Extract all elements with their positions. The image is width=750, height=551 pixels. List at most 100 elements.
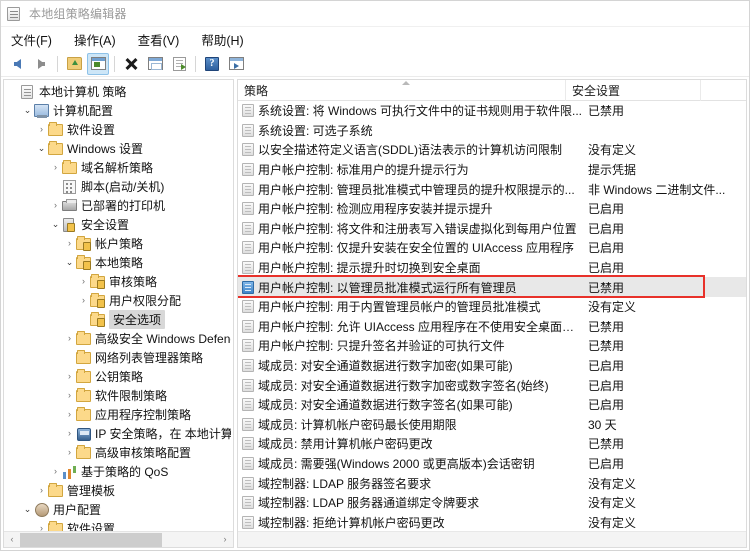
table-row[interactable]: 域成员: 计算机帐户密码最长使用期限 30 天 xyxy=(238,415,746,435)
table-row[interactable]: 系统设置: 可选子系统 xyxy=(238,121,746,141)
chevron-down-icon[interactable]: ⌄ xyxy=(35,139,48,158)
menu-help[interactable]: 帮助(H) xyxy=(199,28,253,51)
tree-item-1[interactable]: ⌄ 计算机配置 xyxy=(4,101,233,120)
table-row[interactable]: 用户帐户控制: 管理员批准模式中管理员的提升权限提示的... 非 Windows … xyxy=(238,179,746,199)
toolbar-separator-1 xyxy=(57,55,58,72)
tree-item-11[interactable]: › 用户权限分配 xyxy=(4,291,233,310)
table-row[interactable]: 域成员: 对安全通道数据进行数字加密(如果可能) 已启用 xyxy=(238,356,746,376)
tree-item-4[interactable]: › 域名解析策略 xyxy=(4,158,233,177)
tree-horizontal-scrollbar[interactable]: ‹ › xyxy=(4,531,233,547)
column-header-security-setting[interactable]: 安全设置 xyxy=(566,80,701,101)
tree-item-12[interactable]: 安全选项 xyxy=(4,310,233,329)
chevron-right-icon[interactable]: › xyxy=(35,120,48,139)
chevron-right-icon[interactable]: › xyxy=(77,291,90,310)
chevron-right-icon[interactable]: › xyxy=(63,424,76,443)
table-row[interactable]: 域控制器: 拒绝计算机帐户密码更改 没有定义 xyxy=(238,512,746,531)
tree-item-2[interactable]: › 软件设置 xyxy=(4,120,233,139)
table-row[interactable]: 系统设置: 将 Windows 可执行文件中的证书规则用于软件限... 已禁用 xyxy=(238,101,746,121)
tree-item-3[interactable]: ⌄ Windows 设置 xyxy=(4,139,233,158)
chevron-down-icon[interactable]: ⌄ xyxy=(21,101,34,120)
policy-setting-icon xyxy=(238,496,258,510)
tree-scroll-area[interactable]: 本地计算机 策略 ⌄ 计算机配置 › 软件设置 ⌄ Windows 设置 › 域名解析策略 脚本(… xyxy=(4,80,233,531)
tree-item-6[interactable]: › 已部署的打印机 xyxy=(4,196,233,215)
chevron-down-icon[interactable]: ⌄ xyxy=(21,500,34,519)
properties-window-icon[interactable] xyxy=(144,53,166,75)
forward-arrow-icon[interactable] xyxy=(30,53,52,75)
tree-scroll-thumb[interactable] xyxy=(20,532,162,547)
table-row[interactable]: 用户帐户控制: 以管理员批准模式运行所有管理员 已禁用 xyxy=(238,277,746,297)
chevron-right-icon[interactable]: › xyxy=(49,196,62,215)
table-row[interactable]: 域控制器: LDAP 服务器签名要求 没有定义 xyxy=(238,473,746,493)
chevron-right-icon[interactable]: › xyxy=(63,329,76,348)
table-row[interactable]: 用户帐户控制: 提示提升时切换到安全桌面 已启用 xyxy=(238,258,746,278)
tree-item-8[interactable]: › 帐户策略 xyxy=(4,234,233,253)
chevron-right-icon[interactable]: › xyxy=(49,158,62,177)
tree-item-21[interactable]: › 管理模板 xyxy=(4,481,233,500)
tree-item-15[interactable]: › 公钥策略 xyxy=(4,367,233,386)
table-row[interactable]: 用户帐户控制: 检测应用程序安装并提示提升 已启用 xyxy=(238,199,746,219)
tree-item-5[interactable]: 脚本(启动/关机) xyxy=(4,177,233,196)
tree-item-0[interactable]: 本地计算机 策略 xyxy=(4,82,233,101)
tree-item-14[interactable]: 网络列表管理器策略 xyxy=(4,348,233,367)
export-list-icon[interactable] xyxy=(168,53,190,75)
chevron-down-icon[interactable]: ⌄ xyxy=(63,253,76,272)
tree-item-22[interactable]: ⌄ 用户配置 xyxy=(4,500,233,519)
show-action-pane-icon[interactable] xyxy=(225,53,247,75)
table-row[interactable]: 用户帐户控制: 允许 UIAccess 应用程序在不使用安全桌面的... 已禁用 xyxy=(238,317,746,337)
chevron-right-icon[interactable]: › xyxy=(49,462,62,481)
table-row[interactable]: 域成员: 对安全通道数据进行数字加密或数字签名(始终) 已启用 xyxy=(238,375,746,395)
table-row[interactable]: 域成员: 禁用计算机帐户密码更改 已禁用 xyxy=(238,434,746,454)
tree-item-23[interactable]: › 软件设置 xyxy=(4,519,233,531)
help-icon[interactable]: ? xyxy=(201,53,223,75)
tree-item-20[interactable]: › 基于策略的 QoS xyxy=(4,462,233,481)
tree-scroll-left-button[interactable]: ‹ xyxy=(4,532,20,547)
chevron-right-icon[interactable]: › xyxy=(63,234,76,253)
chevron-right-icon[interactable]: › xyxy=(63,443,76,462)
table-row[interactable]: 用户帐户控制: 标准用户的提升提示行为 提示凭据 xyxy=(238,160,746,180)
tree-scroll-right-button[interactable]: › xyxy=(217,532,233,547)
table-row[interactable]: 用户帐户控制: 将文件和注册表写入错误虚拟化到每用户位置 已启用 xyxy=(238,219,746,239)
table-row[interactable]: 用户帐户控制: 仅提升安装在安全位置的 UIAccess 应用程序 已启用 xyxy=(238,238,746,258)
chevron-right-icon[interactable]: › xyxy=(35,481,48,500)
tree-item-13[interactable]: › 高级安全 Windows Defende xyxy=(4,329,233,348)
printer-icon xyxy=(62,198,78,213)
policy-name-cell: 用户帐户控制: 以管理员批准模式运行所有管理员 xyxy=(258,280,517,295)
folder-icon xyxy=(48,122,64,137)
column-header-extra[interactable] xyxy=(701,80,746,101)
chevron-right-icon[interactable]: › xyxy=(35,519,48,531)
menu-file[interactable]: 文件(F) xyxy=(9,28,62,51)
back-arrow-icon[interactable] xyxy=(6,53,28,75)
table-row[interactable]: 用户帐户控制: 用于内置管理员帐户的管理员批准模式 没有定义 xyxy=(238,297,746,317)
delete-icon[interactable] xyxy=(120,53,142,75)
tree-item-9[interactable]: ⌄ 本地策略 xyxy=(4,253,233,272)
tree-item-16[interactable]: › 软件限制策略 xyxy=(4,386,233,405)
menu-action[interactable]: 操作(A) xyxy=(72,28,126,51)
table-row[interactable]: 用户帐户控制: 只提升签名并验证的可执行文件 已禁用 xyxy=(238,336,746,356)
tree-item-17[interactable]: › 应用程序控制策略 xyxy=(4,405,233,424)
chevron-right-icon[interactable]: › xyxy=(77,272,90,291)
chevron-down-icon[interactable]: ⌄ xyxy=(49,215,62,234)
table-row[interactable]: 域成员: 对安全通道数据进行数字签名(如果可能) 已启用 xyxy=(238,395,746,415)
table-row[interactable]: 域成员: 需要强(Windows 2000 或更高版本)会话密钥 已启用 xyxy=(238,454,746,474)
show-hide-console-tree-icon[interactable] xyxy=(87,52,109,75)
tree-item-7[interactable]: ⌄ 安全设置 xyxy=(4,215,233,234)
column-header-policy-label: 策略 xyxy=(244,84,269,98)
menu-view[interactable]: 查看(V) xyxy=(136,28,190,51)
policy-name-cell: 域成员: 计算机帐户密码最长使用期限 xyxy=(258,417,457,432)
table-row[interactable]: 域控制器: LDAP 服务器通道绑定令牌要求 没有定义 xyxy=(238,493,746,513)
column-header-policy[interactable]: 策略 xyxy=(238,80,566,101)
chevron-right-icon[interactable]: › xyxy=(63,367,76,386)
chevron-right-icon[interactable]: › xyxy=(63,386,76,405)
table-row[interactable]: 以安全描述符定义语言(SDDL)语法表示的计算机访问限制 没有定义 xyxy=(238,140,746,160)
policy-name-cell: 用户帐户控制: 允许 UIAccess 应用程序在不使用安全桌面的... xyxy=(258,319,585,334)
tree-item-19[interactable]: › 高级审核策略配置 xyxy=(4,443,233,462)
tree-item-18[interactable]: › IP 安全策略，在 本地计算机 xyxy=(4,424,233,443)
up-one-level-icon[interactable] xyxy=(63,53,85,75)
tree-item-10[interactable]: › 审核策略 xyxy=(4,272,233,291)
list-horizontal-scrollbar[interactable] xyxy=(238,531,746,547)
policy-setting-icon xyxy=(238,476,258,490)
chevron-right-icon[interactable]: › xyxy=(63,405,76,424)
tree-scroll-track[interactable] xyxy=(20,532,217,547)
policy-list-pane: 策略 安全设置 系统设置: 将 Windows 可执行文件中的证书规则用于软件限… xyxy=(237,79,747,548)
policy-list-body[interactable]: 系统设置: 将 Windows 可执行文件中的证书规则用于软件限... 已禁用 系统… xyxy=(238,101,746,531)
